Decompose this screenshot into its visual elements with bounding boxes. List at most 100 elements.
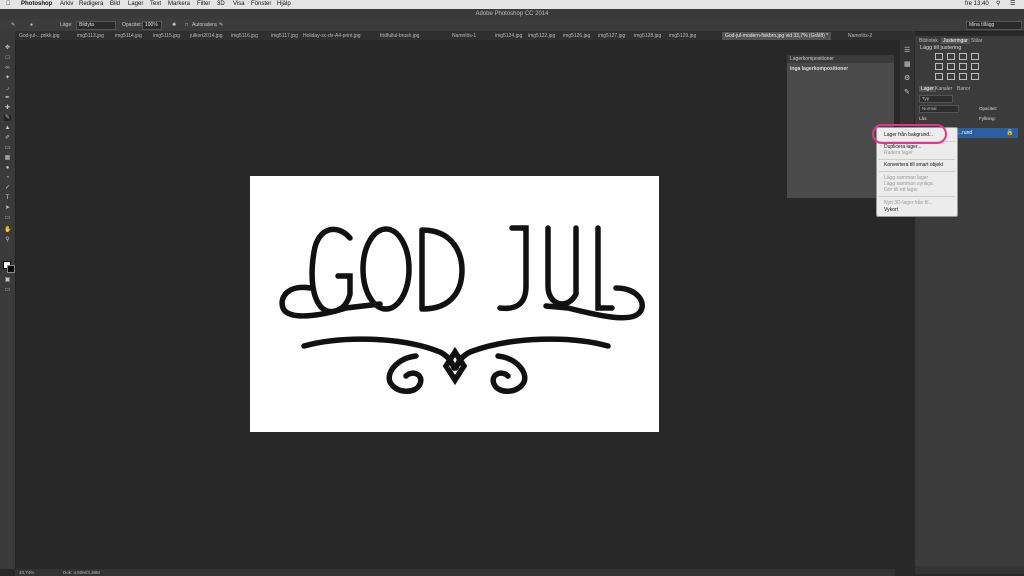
menu-arkiv[interactable]: Arkiv (60, 0, 73, 9)
blur-tool-icon[interactable]: ● (4, 165, 11, 171)
menu-redigera[interactable]: Redigera (79, 0, 103, 9)
document-tab[interactable]: img5129.jpg (669, 32, 696, 40)
shape-tool-icon[interactable]: ▭ (4, 215, 11, 221)
autoerase-checkbox[interactable]: □ (185, 21, 188, 29)
document-tab[interactable]: img5115.jpg (153, 32, 180, 40)
vibrance-adjust-icon[interactable] (935, 63, 943, 70)
document-tab[interactable]: fridfullul-brush.jpg (380, 32, 419, 40)
dodge-tool-icon[interactable]: ◔ (4, 175, 11, 181)
background-color-swatch[interactable] (7, 265, 15, 273)
type-tool-icon[interactable]: T (4, 195, 11, 201)
zoom-tool-icon[interactable]: ⚲ (4, 237, 11, 243)
document-tab[interactable]: God-jul-...prikk.jpg (19, 32, 60, 40)
workspace-select[interactable]: Mina tillägg (966, 21, 1022, 30)
posterize-adjust-icon[interactable] (947, 73, 955, 80)
document-tab[interactable]: img5117.jpg (271, 32, 298, 40)
brush-preset-icon[interactable]: ● (30, 21, 33, 29)
apple-icon[interactable]:  (6, 0, 11, 9)
document-tab[interactable]: Namnlös-1 (452, 32, 476, 40)
menu-list-icon[interactable]: ☰ (1010, 0, 1015, 9)
pencil-tool-icon-active[interactable]: ✎ (4, 115, 11, 121)
balance-adjust-icon[interactable] (959, 63, 967, 70)
god-jul-artwork (279, 225, 645, 394)
tab-stilar[interactable]: Stilar (971, 38, 982, 44)
mode-select[interactable]: Bildyta (76, 21, 116, 30)
layer-comps-header[interactable]: Lagerkompositioner (787, 55, 894, 63)
ctx-convert-smart-object[interactable]: Konvertera till smart objekt (884, 162, 943, 168)
layer-kind-filter[interactable]: Typ (919, 95, 953, 103)
document-tab[interactable]: img5113.jpg (77, 32, 104, 40)
exposure-adjust-icon[interactable] (971, 53, 979, 60)
zoom-level[interactable]: 33,74% (19, 569, 34, 576)
document-tab[interactable]: img5126.jpg (563, 32, 590, 40)
menu-text[interactable]: Text (150, 0, 161, 9)
tab-bibliotek[interactable]: Bibliotek (919, 38, 938, 44)
crop-tool-icon[interactable]: ⌟ (4, 85, 11, 91)
eraser-tool-icon[interactable]: ▭ (4, 145, 11, 151)
document-tab[interactable]: img5114.jpg (115, 32, 142, 40)
quick-mask-icon[interactable]: ▣ (4, 277, 11, 283)
document-tab-active[interactable]: God-jul-modern-fiskbrn.jpg vid 33,7% (Gr… (722, 32, 832, 40)
invert-adjust-icon[interactable] (935, 73, 943, 80)
tab-kanaler[interactable]: Kanaler (935, 86, 952, 92)
menu-markera[interactable]: Markera (168, 0, 190, 9)
quick-select-icon[interactable]: ✦ (4, 75, 11, 81)
bw-adjust-icon[interactable] (971, 63, 979, 70)
levels-adjust-icon[interactable] (947, 53, 955, 60)
mac-menu-bar:  Photoshop Arkiv Redigera Bild Lager Te… (0, 0, 1024, 9)
path-select-icon[interactable]: ➤ (4, 205, 11, 211)
pen-tool-icon[interactable]: ✓ (4, 185, 11, 191)
threshold-adjust-icon[interactable] (959, 73, 967, 80)
right-panels: Bibliotek Justeringar Stilar Lägg till j… (915, 36, 1024, 570)
menu-hjalp[interactable]: Hjälp (277, 0, 291, 9)
screen-mode-icon[interactable]: ▭ (4, 287, 11, 293)
eyedropper-icon[interactable]: ✒ (4, 95, 11, 101)
menu-visa[interactable]: Visa (233, 0, 245, 9)
search-icon[interactable]: ⚲ (996, 0, 1000, 9)
document-tab[interactable]: img5128.jpg (634, 32, 661, 40)
gradient-tool-icon[interactable]: ▦ (4, 155, 11, 161)
opacity-field[interactable]: 100% (142, 21, 162, 30)
document-tab[interactable]: Namnlös-2 (848, 32, 872, 40)
document-tab[interactable]: img5116.jpg (231, 32, 258, 40)
move-tool-icon[interactable]: ✥ (4, 45, 11, 51)
document-tab[interactable]: Holiday-sc-dv-A4-print.jpg (303, 32, 361, 40)
document-tab[interactable]: img5122.jpg (528, 32, 555, 40)
menu-photoshop[interactable]: Photoshop (21, 0, 52, 9)
document-tab[interactable]: img5124.jpg (495, 32, 522, 40)
brushes-panel-icon[interactable]: ✎ (904, 88, 910, 96)
pencil-tool-icon[interactable]: ✎ (11, 21, 15, 29)
hue-adjust-icon[interactable] (947, 63, 955, 70)
window-title: Adobe Photoshop CC 2014 (0, 9, 1024, 19)
document-canvas[interactable] (250, 176, 659, 432)
menu-bild[interactable]: Bild (110, 0, 120, 9)
tab-justeringar[interactable]: Justeringar (941, 38, 970, 44)
mode-label: Läge: (60, 22, 73, 28)
document-tab[interactable]: julkort2014.jpg (190, 32, 223, 40)
layer-comps-panel-icon[interactable]: ▦ (904, 60, 911, 68)
pressure-icon[interactable]: ✎ (219, 21, 223, 29)
airbrush-icon[interactable]: ✺ (172, 21, 176, 29)
ctx-delete-layer: Radera lager (884, 150, 913, 156)
curves-adjust-icon[interactable] (959, 53, 967, 60)
history-panel-icon[interactable]: ☰ (904, 46, 910, 54)
layer-comps-empty-text: Inga lagerkompositioner (790, 66, 849, 72)
tab-lager[interactable]: Lager (919, 86, 936, 92)
menu-filter[interactable]: Filter (197, 0, 210, 9)
history-brush-icon[interactable]: ✐ (4, 135, 11, 141)
menu-lager[interactable]: Lager (128, 0, 143, 9)
healing-icon[interactable]: ✚ (4, 105, 11, 111)
ctx-postcard[interactable]: Vykort (884, 207, 898, 213)
brightness-adjust-icon[interactable] (935, 53, 943, 60)
tab-banor[interactable]: Banor (957, 86, 970, 92)
properties-panel-icon[interactable]: ⚙ (904, 74, 910, 82)
blend-mode-select[interactable]: Normal (919, 105, 959, 113)
menu-fonster[interactable]: Fönster (251, 0, 271, 9)
gradient-map-icon[interactable] (971, 73, 979, 80)
marquee-tool-icon[interactable]: □ (4, 55, 11, 61)
menu-3d[interactable]: 3D (217, 0, 225, 9)
lasso-tool-icon[interactable]: ∞ (4, 65, 11, 71)
hand-tool-icon[interactable]: ✋ (4, 227, 11, 233)
document-tab[interactable]: img5127.jpg (598, 32, 625, 40)
stamp-tool-icon[interactable]: ▲ (4, 125, 11, 131)
